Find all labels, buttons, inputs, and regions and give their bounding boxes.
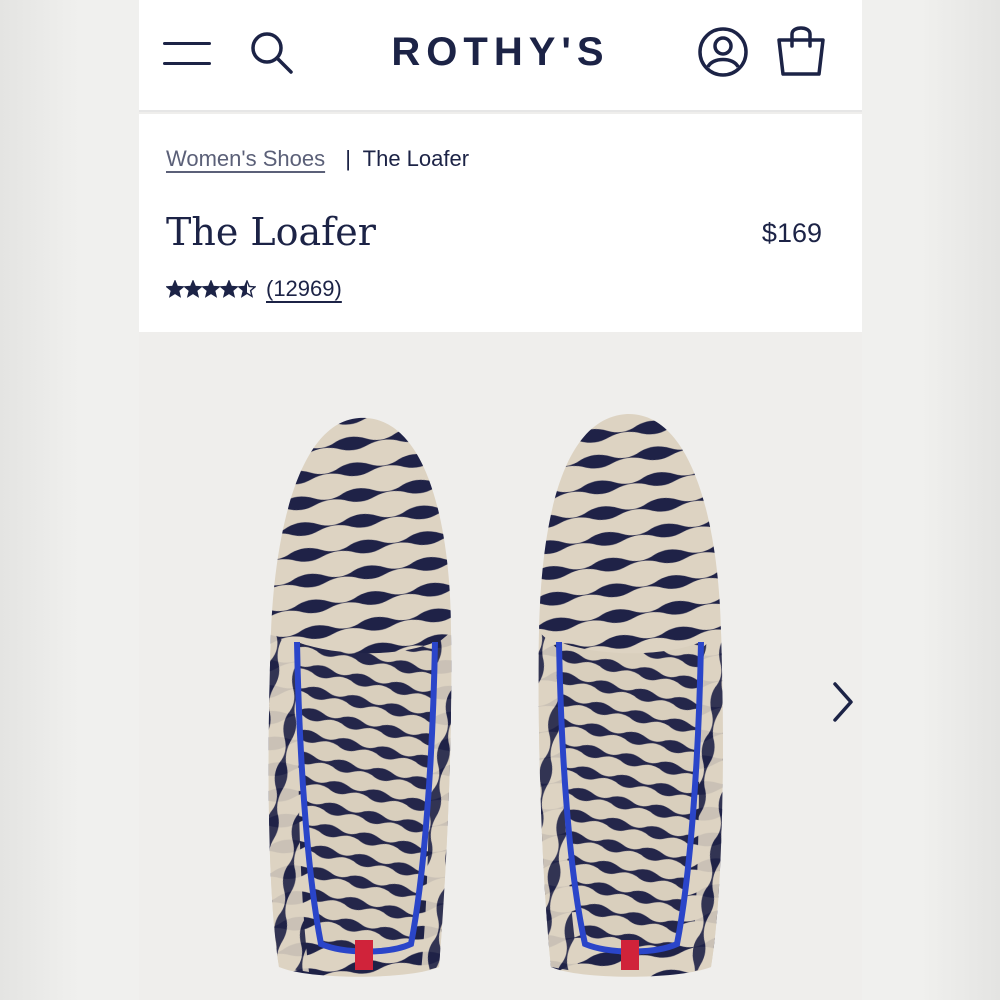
breadcrumb-womens-shoes-link[interactable]: Women's Shoes [166, 146, 325, 171]
breadcrumb-separator: | [345, 146, 351, 171]
left-shoe [268, 417, 452, 977]
star-full-icon [184, 280, 202, 298]
review-count-link[interactable]: (12969) [266, 276, 342, 302]
product-image [268, 413, 723, 977]
site-header: ROTHY'S [139, 0, 862, 112]
product-title: The Loafer [166, 210, 376, 254]
product-price: $169 [761, 218, 822, 248]
shopping-bag-icon[interactable] [773, 22, 829, 78]
star-full-icon [166, 280, 184, 298]
chevron-right-icon[interactable] [829, 680, 857, 724]
breadcrumb-current: The Loafer [362, 146, 470, 171]
product-info: Women's Shoes | The Loafer The Loafer $1… [139, 114, 862, 332]
star-half-icon [238, 280, 256, 298]
account-icon[interactable] [697, 26, 749, 78]
rating-stars [166, 280, 256, 298]
phone-screen: ROTHY'S Women's Shoes | The Loafer The L… [139, 0, 862, 1000]
right-shoe [538, 413, 723, 977]
brand-logo[interactable]: ROTHY'S [139, 30, 862, 75]
product-image-gallery[interactable] [139, 332, 862, 1000]
breadcrumb: Women's Shoes | The Loafer [166, 146, 469, 172]
product-rating[interactable]: (12969) [166, 276, 342, 302]
star-full-icon [202, 280, 220, 298]
star-full-icon [220, 280, 238, 298]
